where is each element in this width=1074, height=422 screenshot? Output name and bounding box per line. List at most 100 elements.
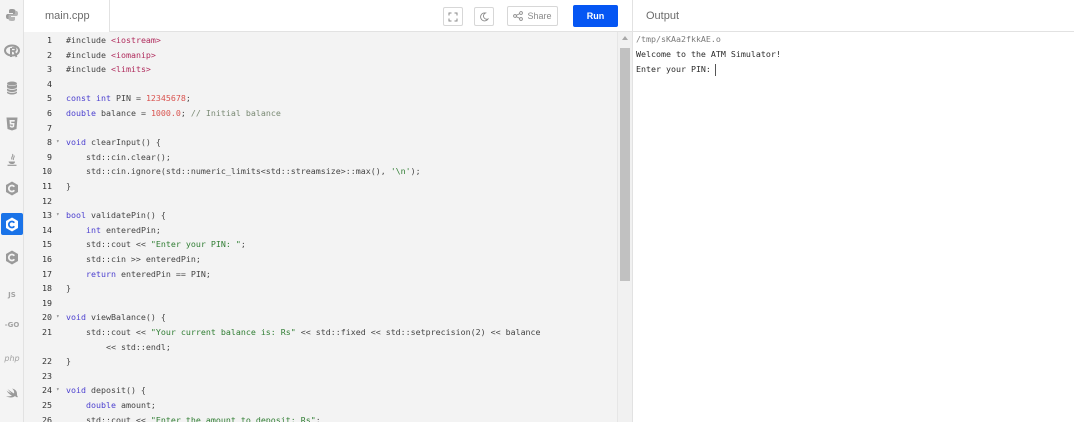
- code-line[interactable]: 10 std::cin.ignore(std::numeric_limits<s…: [24, 164, 617, 178]
- fullscreen-button[interactable]: [443, 7, 463, 26]
- code-line[interactable]: 17 return enteredPin == PIN;: [24, 267, 617, 281]
- code-text: void clearInput() {: [66, 137, 161, 148]
- code-line[interactable]: 19: [24, 296, 617, 310]
- line-number: 10: [42, 166, 52, 177]
- scrollbar-thumb[interactable]: [620, 48, 630, 281]
- code-text: std::cin.clear();: [66, 151, 171, 162]
- code-line[interactable]: 15 std::cout << "Enter your PIN: ";: [24, 237, 617, 251]
- code-text: const int PIN = 12345678;: [66, 93, 191, 104]
- output-title: Output: [646, 9, 680, 22]
- code-text: #include <iostream>: [66, 35, 161, 45]
- code-text: std::cin >> enteredPin;: [66, 254, 201, 264]
- line-number: 11: [42, 181, 52, 191]
- code-text: std::cout << "Your current balance is: R…: [66, 327, 541, 337]
- code-text: }: [66, 356, 71, 367]
- php-icon[interactable]: php: [1, 347, 23, 369]
- code-line[interactable]: 3 #include <limits>: [24, 62, 617, 76]
- code-line[interactable]: 18}: [24, 281, 617, 295]
- code-line[interactable]: 8 ▾ void clearInput() {: [24, 135, 617, 149]
- line-number: 12: [42, 195, 52, 206]
- scroll-up-icon[interactable]: [622, 36, 628, 40]
- code-text: std::cout << "Enter the amount to deposi…: [66, 414, 321, 422]
- code-line[interactable]: << std::endl;: [24, 340, 617, 354]
- line-number: 24: [42, 385, 52, 396]
- code-line[interactable]: 11}: [24, 179, 617, 193]
- code-text: }: [66, 181, 71, 191]
- python-icon[interactable]: [1, 4, 23, 26]
- code-line[interactable]: 7: [24, 121, 617, 135]
- line-number: 13: [42, 210, 52, 221]
- line-number: 5: [47, 93, 52, 104]
- database-icon[interactable]: [1, 77, 23, 99]
- line-number: 2: [47, 49, 52, 60]
- code-line[interactable]: 20 ▾ void viewBalance() {: [24, 310, 617, 324]
- line-number: 8: [47, 137, 52, 148]
- code-line[interactable]: 9 std::cin.clear();: [24, 150, 617, 164]
- code-text: << std::endl;: [66, 341, 171, 352]
- share-label: Share: [527, 11, 552, 21]
- file-tab[interactable]: main.cpp: [24, 0, 110, 32]
- run-label: Run: [586, 11, 605, 21]
- code-line[interactable]: 2 #include <iomanip>: [24, 48, 617, 62]
- cpp-icon[interactable]: [1, 213, 23, 235]
- fold-chevron-icon[interactable]: ▾: [56, 383, 64, 397]
- code-line[interactable]: 5 const int PIN = 12345678;: [24, 91, 617, 105]
- line-number: 20: [42, 312, 52, 323]
- editor-toolbar: main.cpp Share Run: [24, 0, 632, 32]
- code-line[interactable]: 25 double amount;: [24, 398, 617, 412]
- line-number: 17: [42, 268, 52, 279]
- code-editor[interactable]: 1 #include <iostream> 2 #include <iomanip> 3…: [24, 32, 617, 422]
- output-line: Welcome to the ATM Simulator!: [636, 49, 781, 60]
- share-icon: [513, 11, 524, 21]
- code-text: }: [66, 283, 71, 294]
- code-line[interactable]: 23: [24, 369, 617, 383]
- editor-scrollbar[interactable]: [617, 32, 632, 422]
- c-icon[interactable]: [1, 177, 23, 199]
- code-line[interactable]: 21 std::cout << "Your current balance is…: [24, 325, 617, 339]
- code-line[interactable]: 24 ▾ void deposit() {: [24, 383, 617, 397]
- line-number: 25: [42, 400, 52, 410]
- fullscreen-icon: [448, 12, 458, 21]
- theme-toggle-button[interactable]: [474, 7, 494, 26]
- code-line[interactable]: 12: [24, 194, 617, 208]
- code-line[interactable]: 26 std::cout << "Enter the amount to dep…: [24, 413, 617, 422]
- line-number: 4: [47, 78, 52, 89]
- code-text: bool validatePin() {: [66, 210, 166, 221]
- go-icon[interactable]: -GO: [1, 314, 23, 336]
- line-number: 23: [42, 370, 52, 381]
- code-line[interactable]: 22}: [24, 354, 617, 368]
- language-sidebar: JS -GO php: [0, 0, 24, 422]
- output-line: Enter your PIN:: [636, 62, 716, 76]
- csharp-icon[interactable]: [1, 246, 23, 268]
- code-line[interactable]: 16 std::cin >> enteredPin;: [24, 252, 617, 266]
- output-header: Output: [632, 0, 1074, 32]
- line-number: 9: [47, 151, 52, 162]
- code-text: double balance = 1000.0; // Initial bala…: [66, 108, 281, 118]
- line-number: 22: [42, 356, 52, 367]
- code-line[interactable]: 6 double balance = 1000.0; // Initial bal…: [24, 106, 617, 120]
- share-button[interactable]: Share: [507, 6, 558, 26]
- fold-chevron-icon[interactable]: ▾: [56, 310, 64, 324]
- code-line[interactable]: 13 ▾ bool validatePin() {: [24, 208, 617, 222]
- code-text: #include <limits>: [66, 64, 151, 75]
- moon-icon: [480, 12, 489, 21]
- line-number: 6: [47, 108, 52, 118]
- line-number: 15: [42, 239, 52, 250]
- run-button[interactable]: Run: [573, 5, 618, 27]
- code-line[interactable]: 1 #include <iostream>: [24, 33, 617, 47]
- html5-icon[interactable]: [1, 113, 23, 135]
- code-text: int enteredPin;: [85, 224, 161, 235]
- r-icon[interactable]: [1, 40, 23, 62]
- output-console[interactable]: /tmp/sKAa2fkkAE.o Welcome to the ATM Simu…: [632, 32, 1074, 422]
- fold-chevron-icon[interactable]: ▾: [56, 135, 64, 149]
- fold-chevron-icon[interactable]: ▾: [56, 208, 64, 222]
- code-text: std::cout << "Enter your PIN: ";: [66, 239, 246, 250]
- input-cursor[interactable]: [714, 63, 716, 76]
- code-line[interactable]: 14 int enteredPin;: [24, 223, 617, 237]
- swift-icon[interactable]: [1, 383, 23, 405]
- js-icon[interactable]: JS: [1, 284, 23, 306]
- line-number: 7: [47, 122, 52, 133]
- code-text: return enteredPin == PIN;: [85, 268, 211, 279]
- code-line[interactable]: 4: [24, 77, 617, 91]
- java-icon[interactable]: [1, 149, 23, 171]
